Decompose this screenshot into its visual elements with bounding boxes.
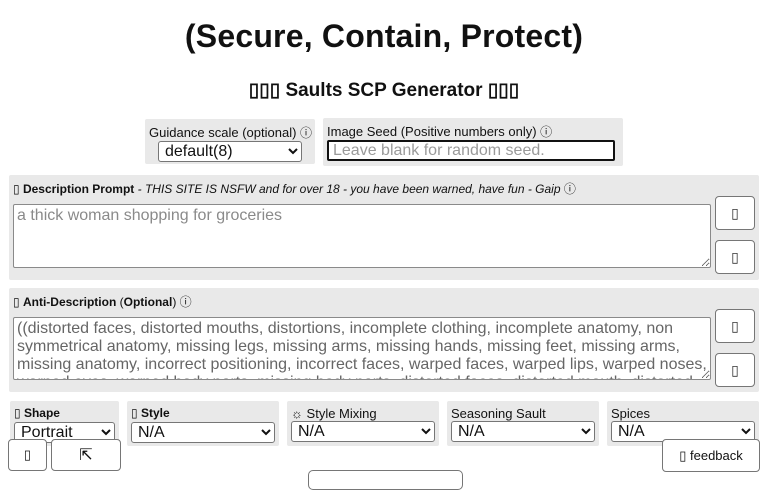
- image-seed-panel: Image Seed (Positive numbers only) ⓘ: [323, 118, 623, 166]
- paren-close: ): [172, 295, 177, 309]
- optional-label: Optional: [123, 295, 173, 309]
- sun-icon: ☼: [291, 406, 303, 421]
- anti-description-action-button-2[interactable]: ▯: [715, 353, 755, 387]
- page-subtitle: ▯▯▯ Saults SCP Generator ▯▯▯: [248, 80, 520, 101]
- style-icon: ▯: [131, 406, 138, 420]
- style-select[interactable]: N/A: [131, 422, 275, 443]
- info-icon[interactable]: ⓘ: [540, 125, 552, 139]
- feedback-button[interactable]: ▯ feedback: [662, 439, 760, 472]
- spices-label: Spices: [611, 406, 651, 421]
- info-icon[interactable]: ⓘ: [300, 126, 312, 140]
- anti-description-panel: ▯ Anti-Description (Optional) ⓘ ((distor…: [9, 288, 759, 392]
- collapse-button[interactable]: ⇱: [51, 439, 121, 471]
- button-icon: ▯: [731, 204, 739, 221]
- guidance-scale-label: Guidance scale (optional): [149, 125, 297, 140]
- anti-description-action-button-1[interactable]: ▯: [715, 309, 755, 343]
- guidance-scale-panel: Guidance scale (optional) ⓘ default(8): [145, 119, 315, 164]
- anti-description-label: Anti-Description: [22, 295, 117, 309]
- button-icon: ▯: [731, 317, 739, 334]
- image-seed-label: Image Seed (Positive numbers only): [327, 124, 537, 139]
- button-icon: ▯: [731, 361, 739, 378]
- nsfw-warning-note: - THIS SITE IS NSFW and for over 18 - yo…: [134, 182, 561, 196]
- description-prompt-input[interactable]: [13, 204, 711, 268]
- left-floating-button[interactable]: ▯: [8, 439, 47, 471]
- shape-icon: ▯: [14, 406, 21, 420]
- info-icon[interactable]: ⓘ: [564, 182, 576, 196]
- style-mixing-label: Style Mixing: [306, 406, 377, 421]
- shape-label: Shape: [23, 406, 60, 420]
- feedback-icon: ▯: [679, 447, 687, 463]
- anti-description-input[interactable]: ((distorted faces, distorted mouths, dis…: [13, 317, 711, 380]
- button-icon: ▯: [23, 447, 32, 462]
- description-action-button-2[interactable]: ▯: [715, 240, 755, 274]
- info-icon[interactable]: ⓘ: [180, 295, 192, 309]
- description-icon: ▯: [13, 182, 20, 196]
- page-title: (Secure, Contain, Protect): [184, 18, 584, 54]
- description-label: Description Prompt: [22, 182, 135, 196]
- description-panel: ▯ Description Prompt - THIS SITE IS NSFW…: [9, 175, 759, 280]
- button-icon: ▯: [731, 248, 739, 265]
- style-mixing-panel: ☼ Style Mixing N/A: [287, 401, 439, 446]
- guidance-scale-select[interactable]: default(8): [158, 141, 302, 162]
- style-mixing-select[interactable]: N/A: [291, 421, 435, 442]
- image-seed-input[interactable]: [327, 140, 615, 161]
- generate-button[interactable]: [308, 470, 463, 490]
- feedback-label: feedback: [690, 448, 743, 463]
- anti-description-icon: ▯: [13, 295, 20, 309]
- style-panel: ▯ Style N/A: [127, 401, 279, 446]
- style-label: Style: [140, 406, 170, 420]
- seasoning-sault-label: Seasoning Sault: [451, 406, 546, 421]
- seasoning-sault-select[interactable]: N/A: [451, 421, 595, 442]
- seasoning-sault-panel: Seasoning Sault N/A: [447, 401, 599, 446]
- description-action-button-1[interactable]: ▯: [715, 196, 755, 230]
- arrow-up-left-icon: ⇱: [79, 447, 93, 464]
